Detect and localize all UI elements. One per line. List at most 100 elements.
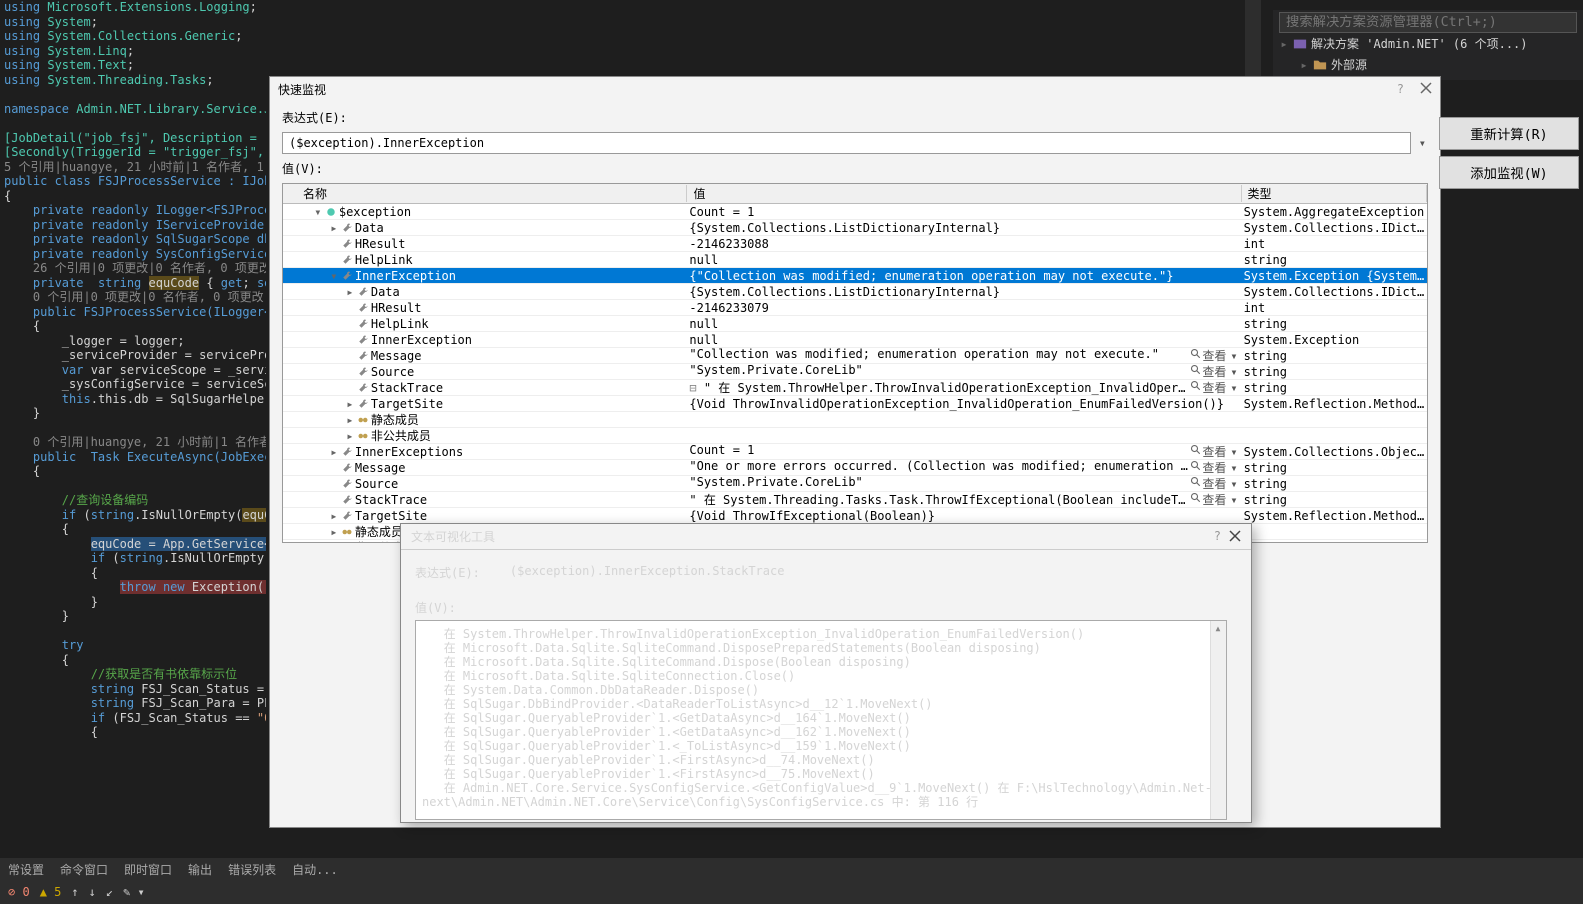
row-type: System.Exception {System.InvalidOp...: [1242, 269, 1427, 283]
expand-icon[interactable]: ▸: [345, 413, 355, 427]
pin-icon[interactable]: ⊟: [689, 381, 696, 395]
close-icon[interactable]: [1227, 528, 1243, 544]
row-name: HelpLink: [355, 253, 413, 267]
watch-row[interactable]: ▸TargetSite{Void ThrowIfExceptional(Bool…: [283, 508, 1427, 524]
visualizer-dropdown-icon[interactable]: ▾: [1228, 461, 1239, 475]
code-minimap[interactable]: [1245, 0, 1261, 76]
watch-row[interactable]: HelpLinknullstring: [283, 316, 1427, 332]
close-icon[interactable]: [1418, 80, 1434, 96]
magnify-icon[interactable]: 查看: [1188, 477, 1228, 491]
visualizer-dropdown-icon[interactable]: ▾: [1228, 381, 1239, 395]
watch-row[interactable]: HResult-2146233079int: [283, 300, 1427, 316]
expand-icon[interactable]: ▸: [329, 525, 339, 539]
tab-output[interactable]: 输出: [180, 861, 220, 878]
external-sources-label[interactable]: 外部源: [1331, 56, 1367, 73]
external-sources[interactable]: ▸ 外部源: [1279, 54, 1577, 75]
magnify-icon[interactable]: 查看: [1188, 461, 1228, 475]
magnify-icon[interactable]: 查看: [1188, 381, 1228, 395]
expand-icon[interactable]: ▾: [329, 269, 339, 283]
watch-row[interactable]: ▸TargetSite{Void ThrowInvalidOperationEx…: [283, 396, 1427, 412]
watch-row[interactable]: InnerExceptionnullSystem.Exception: [283, 332, 1427, 348]
row-type: string: [1242, 381, 1427, 395]
row-value: null: [689, 333, 718, 347]
add-watch-button[interactable]: 添加监视(W): [1439, 156, 1579, 189]
nav-up-icon[interactable]: ↑: [71, 885, 78, 899]
nav-down-icon[interactable]: ↓: [89, 885, 96, 899]
solution-root[interactable]: ▸ 解决方案 'Admin.NET' (6 个项...): [1279, 33, 1577, 54]
visualizer-dropdown-icon[interactable]: ▾: [1228, 493, 1239, 507]
tab-command-window[interactable]: 命令窗口: [52, 861, 116, 878]
row-name: TargetSite: [371, 397, 443, 411]
text-visualizer-title: 文本可视化工具: [411, 528, 495, 545]
visualizer-dropdown-icon[interactable]: ▾: [1228, 349, 1239, 363]
watch-grid-body[interactable]: ▾$exceptionCount = 1System.AggregateExce…: [283, 204, 1427, 542]
watch-row[interactable]: ▸ 静态成员: [283, 412, 1427, 428]
help-icon[interactable]: ?: [1214, 529, 1221, 543]
help-icon[interactable]: ?: [1397, 82, 1404, 96]
watch-row[interactable]: HResult-2146233088int: [283, 236, 1427, 252]
row-type: System.Reflection.MethodBase {Syst...: [1242, 397, 1427, 411]
tab-immediate-window[interactable]: 即时窗口: [116, 861, 180, 878]
warning-indicator[interactable]: ▲ 5: [40, 885, 62, 899]
expand-icon[interactable]: ▸: [1279, 37, 1289, 51]
row-name: HResult: [371, 301, 422, 315]
expand-icon[interactable]: ▾: [313, 205, 323, 219]
tab-autos[interactable]: 自动...: [284, 861, 346, 878]
col-value-header[interactable]: 值: [687, 185, 1241, 202]
watch-row[interactable]: StackTrace⊟ " 在 System.ThrowHelper.Throw…: [283, 380, 1427, 396]
watch-row[interactable]: ▸InnerExceptionsCount = 1查看▾System.Colle…: [283, 444, 1427, 460]
expand-icon[interactable]: ▸: [1299, 58, 1309, 72]
expand-icon[interactable]: ▸: [345, 397, 355, 411]
action-icon[interactable]: ↙: [106, 885, 113, 899]
watch-row[interactable]: ▸Data{System.Collections.ListDictionaryI…: [283, 284, 1427, 300]
expand-icon[interactable]: ▸: [329, 445, 339, 459]
expression-dropdown-icon[interactable]: ▾: [1417, 136, 1428, 150]
visualizer-dropdown-icon[interactable]: ▾: [1228, 365, 1239, 379]
magnify-icon[interactable]: 查看: [1188, 493, 1228, 507]
brush-icon[interactable]: ✎ ▾: [123, 885, 145, 899]
tab-settings[interactable]: 常设置: [0, 861, 52, 878]
row-name: 非公共成员: [371, 427, 431, 444]
row-value: " 在 System.Threading.Tasks.Task.ThrowIfE…: [689, 491, 1188, 508]
expand-icon[interactable]: ▸: [345, 285, 355, 299]
viz-value-textbox[interactable]: 在 System.ThrowHelper.ThrowInvalidOperati…: [415, 620, 1227, 820]
col-name-header[interactable]: 名称: [297, 185, 687, 202]
quickwatch-titlebar[interactable]: 快速监视 ?: [270, 77, 1440, 101]
scrollbar[interactable]: ▴: [1210, 621, 1226, 819]
code-editor[interactable]: using Microsoft.Extensions.Logging; usin…: [0, 0, 266, 760]
expand-icon[interactable]: ▸: [329, 541, 339, 543]
expand-icon[interactable]: ▸: [329, 221, 339, 235]
watch-row[interactable]: ▾$exceptionCount = 1System.AggregateExce…: [283, 204, 1427, 220]
magnify-icon[interactable]: 查看: [1188, 445, 1228, 459]
expand-icon[interactable]: ▸: [329, 509, 339, 523]
watch-row[interactable]: ▸ 非公共成员: [283, 428, 1427, 444]
expand-icon[interactable]: ▸: [345, 429, 355, 443]
row-value: ⊟ " 在 System.ThrowHelper.ThrowInvalidOpe…: [689, 379, 1188, 396]
visualizer-dropdown-icon[interactable]: ▾: [1228, 477, 1239, 491]
tab-error-list[interactable]: 错误列表: [220, 861, 284, 878]
row-type: string: [1242, 365, 1427, 379]
watch-row[interactable]: Message"Collection was modified; enumera…: [283, 348, 1427, 364]
row-type: System.Reflection.MethodBase {Syst...: [1242, 509, 1427, 523]
expression-input[interactable]: [282, 132, 1411, 154]
magnify-icon[interactable]: 查看: [1188, 365, 1228, 379]
solution-search-input[interactable]: [1279, 12, 1577, 33]
text-visualizer-titlebar[interactable]: 文本可视化工具 ?: [401, 524, 1251, 550]
magnify-icon[interactable]: 查看: [1188, 349, 1228, 363]
watch-row[interactable]: StackTrace" 在 System.Threading.Tasks.Tas…: [283, 492, 1427, 508]
watch-row[interactable]: Message"One or more errors occurred. (Co…: [283, 460, 1427, 476]
watch-row[interactable]: Source"System.Private.CoreLib"查看▾string: [283, 364, 1427, 380]
watch-row[interactable]: HelpLinknullstring: [283, 252, 1427, 268]
error-indicator[interactable]: ⊘ 0: [8, 885, 30, 899]
recalculate-button[interactable]: 重新计算(R): [1439, 117, 1579, 150]
watch-row[interactable]: Source"System.Private.CoreLib"查看▾string: [283, 476, 1427, 492]
solution-label[interactable]: 解决方案 'Admin.NET' (6 个项...): [1311, 35, 1528, 52]
watch-row[interactable]: ▾InnerException{"Collection was modified…: [283, 268, 1427, 284]
visualizer-dropdown-icon[interactable]: ▾: [1228, 445, 1239, 459]
watch-row[interactable]: ▸Data{System.Collections.ListDictionaryI…: [283, 220, 1427, 236]
bottom-tool-tabs: 常设置 命令窗口 即时窗口 输出 错误列表 自动...: [0, 858, 1583, 880]
row-type: string: [1242, 477, 1427, 491]
row-name: 静态成员: [355, 523, 403, 540]
row-name: 静态成员: [371, 411, 419, 428]
col-type-header[interactable]: 类型: [1242, 185, 1427, 202]
